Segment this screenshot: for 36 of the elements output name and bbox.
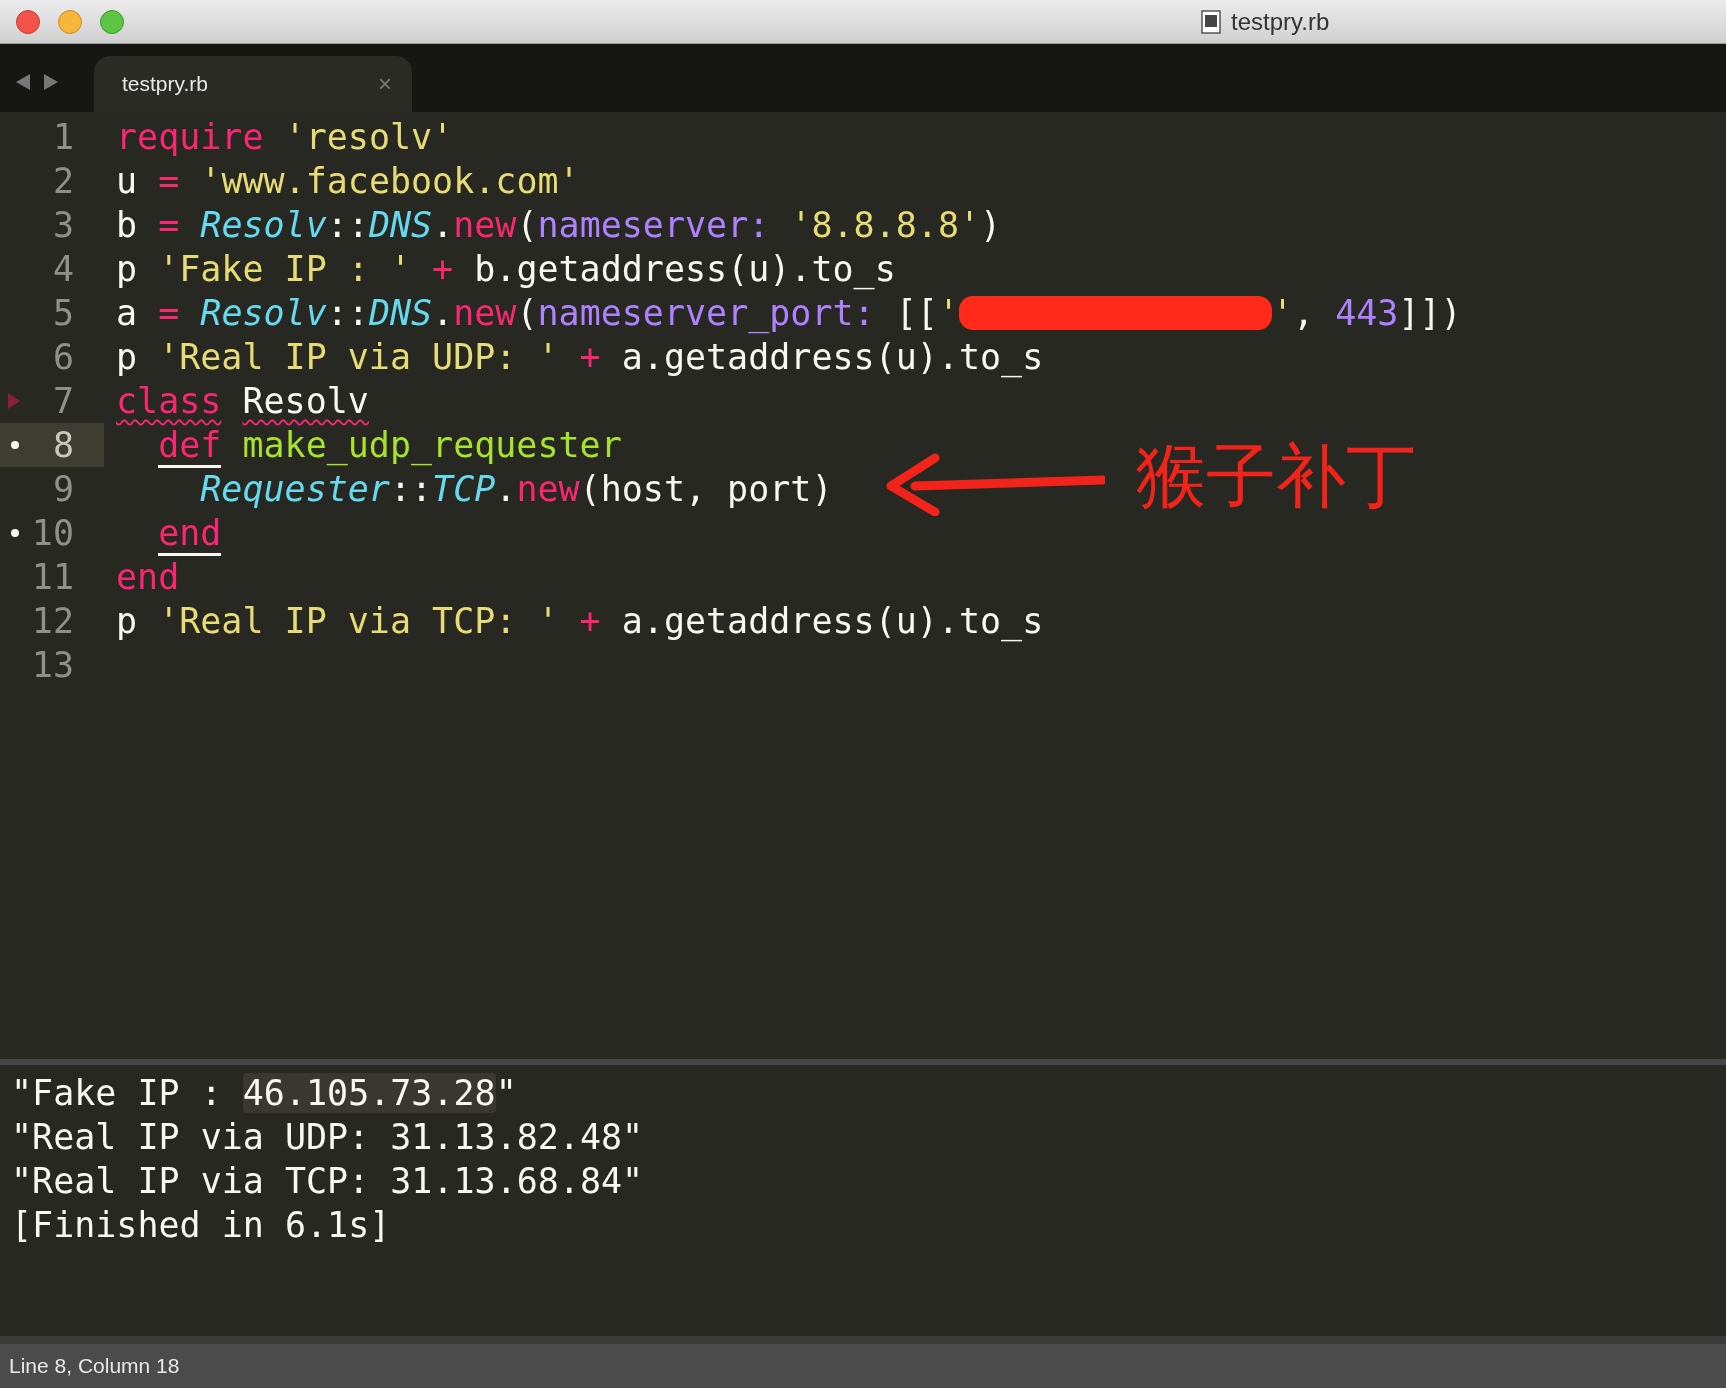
output-line: "Real IP via UDP: 31.13.82.48"	[11, 1115, 644, 1159]
line-number: 12	[31, 599, 74, 643]
code-text: ', 443]])	[1271, 291, 1462, 335]
line-number: 1	[52, 115, 74, 159]
forward-arrow-icon[interactable]	[44, 74, 58, 90]
output-line: "Real IP via TCP: 31.13.68.84"	[11, 1159, 644, 1203]
line-number: 4	[52, 247, 74, 291]
editor-tab[interactable]: testpry.rb ×	[94, 56, 412, 112]
line-number: 11	[31, 555, 74, 599]
code-text: b = Resolv::DNS.new(nameserver: '8.8.8.8')	[116, 203, 1002, 247]
fold-marker-icon[interactable]	[8, 393, 20, 409]
line-number: 7	[52, 379, 74, 423]
line-number: 8	[52, 423, 74, 467]
line-number: 9	[52, 467, 74, 511]
annotation-text: 猴子补丁	[1136, 436, 1416, 516]
line-number: 10	[31, 511, 74, 555]
zoom-window-button[interactable]	[100, 9, 124, 34]
output-line: "Fake IP : 46.105.73.28"	[11, 1071, 517, 1115]
document-icon	[1201, 9, 1221, 34]
code-text: p 'Fake IP : ' + b.getaddress(u).to_s	[116, 247, 896, 292]
code-text: u = 'www.facebook.com'	[116, 159, 580, 203]
code-text: a = Resolv::DNS.new(nameserver_port: [['	[116, 291, 959, 336]
line-number: 13	[31, 643, 74, 687]
back-arrow-icon[interactable]	[16, 74, 30, 90]
code-text: p 'Real IP via UDP: ' + a.getaddress(u).to_s	[116, 335, 1044, 380]
line-number: 3	[52, 203, 74, 247]
line-number: 6	[52, 335, 74, 379]
status-text: Line 8, Column 18	[9, 1353, 180, 1380]
close-window-button[interactable]	[16, 9, 40, 34]
code-text: require 'resolv'	[116, 115, 454, 159]
line-number: 5	[52, 291, 74, 335]
output-line: [Finished in 6.1s]	[11, 1203, 391, 1247]
window-title: testpry.rb	[1231, 6, 1330, 37]
line-number: 2	[52, 159, 74, 203]
minimize-window-button[interactable]	[58, 9, 82, 34]
code-text: p 'Real IP via TCP: ' + a.getaddress(u).to_s	[116, 599, 1044, 644]
